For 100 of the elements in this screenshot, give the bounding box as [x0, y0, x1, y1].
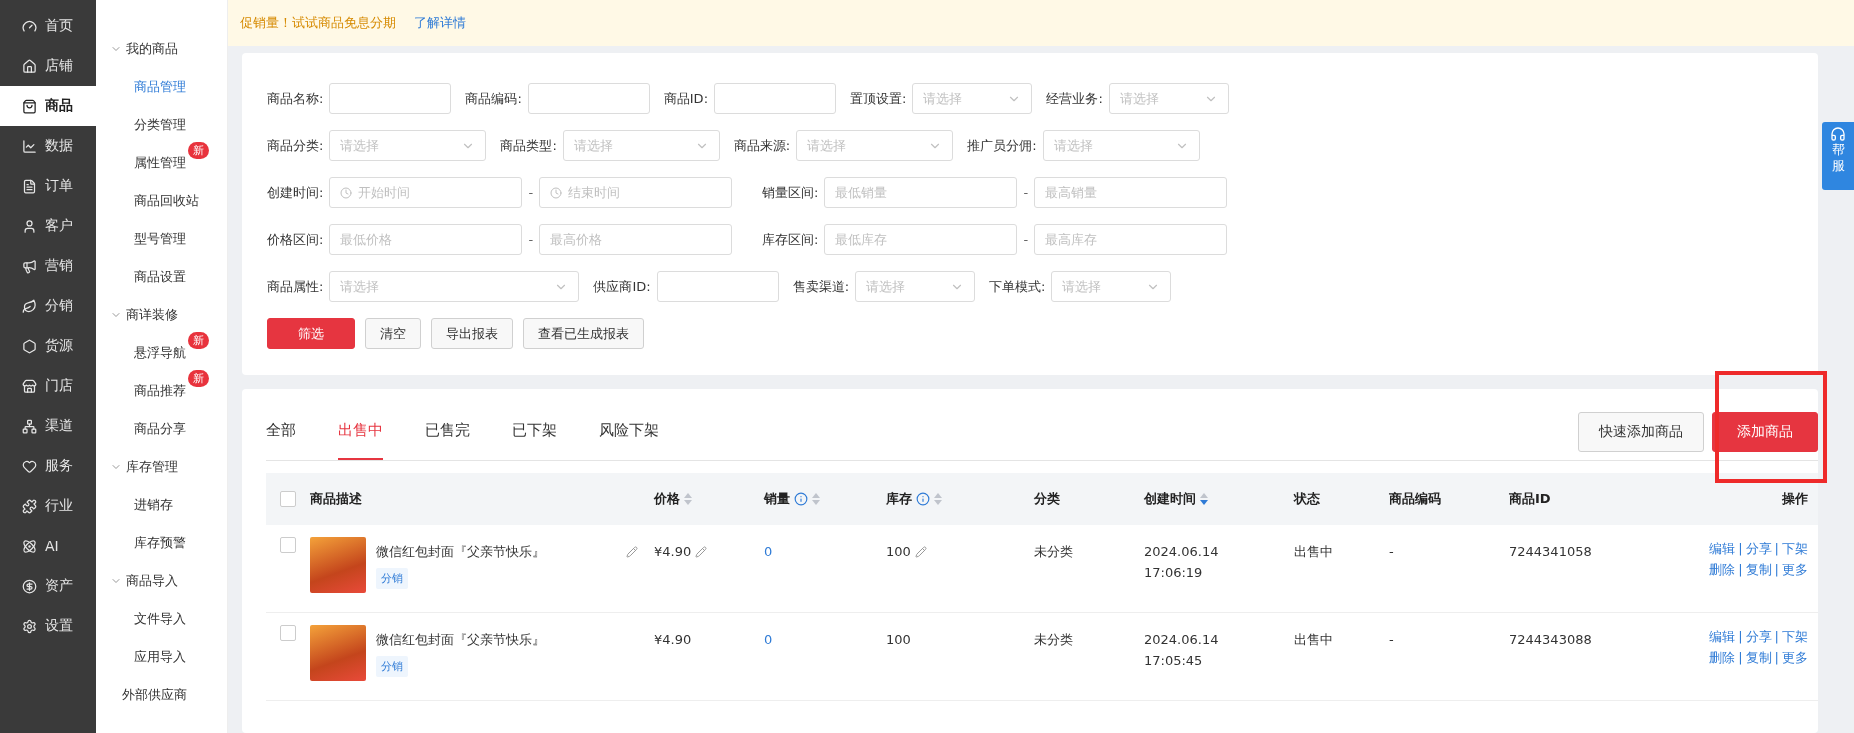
action-link[interactable]: 分享: [1745, 627, 1772, 646]
action-link[interactable]: 编辑: [1709, 627, 1736, 646]
separator: |: [1738, 628, 1743, 646]
status-tab[interactable]: 已下架: [512, 421, 557, 460]
column-header: 状态: [1294, 490, 1320, 508]
submenu-item[interactable]: 文件导入: [96, 600, 227, 638]
menu-group-title[interactable]: 商品导入: [126, 572, 178, 590]
sort-icon[interactable]: [1200, 493, 1208, 505]
checkbox[interactable]: [280, 625, 296, 641]
nav-item[interactable]: 设置: [0, 606, 96, 646]
input-field[interactable]: [527, 83, 650, 114]
submenu-item[interactable]: 商品管理: [96, 68, 227, 106]
hexagon-icon: [22, 338, 37, 354]
submenu-item[interactable]: 进销存: [96, 486, 227, 524]
input-field[interactable]: [656, 271, 779, 302]
submenu-item[interactable]: 商品设置: [96, 258, 227, 296]
sort-icon[interactable]: [812, 493, 820, 505]
column-header: 商品ID: [1509, 490, 1551, 508]
filter-button[interactable]: 筛选: [267, 318, 355, 349]
sort-icon[interactable]: [934, 493, 942, 505]
action-link[interactable]: 下架: [1782, 539, 1808, 558]
nav-item[interactable]: 资产: [0, 566, 96, 606]
nav-item[interactable]: 客户: [0, 206, 96, 246]
table-cell-text: 2024.06.14: [1144, 631, 1219, 649]
nav-item[interactable]: AI: [0, 526, 96, 566]
status-tab[interactable]: 风险下架: [599, 421, 659, 460]
nav-item[interactable]: 门店: [0, 366, 96, 406]
pencil-icon[interactable]: [626, 545, 638, 558]
table-cell[interactable]: 0: [764, 625, 886, 650]
nav-item[interactable]: 店铺: [0, 46, 96, 86]
action-link[interactable]: 复制: [1745, 560, 1772, 579]
status-tab[interactable]: 已售完: [425, 421, 470, 460]
submenu-item[interactable]: 属性管理 新: [96, 144, 227, 182]
field-label: 供应商ID:: [593, 277, 651, 296]
table-cell-text: 17:06:19: [1144, 564, 1203, 582]
filter-button[interactable]: 查看已生成报表: [523, 318, 644, 349]
field-label: 经营业务:: [1046, 89, 1103, 108]
status-tab[interactable]: 出售中: [338, 421, 383, 460]
menu-group-title[interactable]: 库存管理: [126, 458, 178, 476]
column-header: 销量: [764, 490, 820, 508]
submenu-item[interactable]: 悬浮导航 新: [96, 334, 227, 372]
action-link[interactable]: 复制: [1745, 648, 1772, 667]
details-link[interactable]: 了解详情: [414, 14, 466, 32]
submenu-item[interactable]: 应用导入: [96, 638, 227, 676]
help-label: 服: [1831, 158, 1845, 174]
separator: |: [1738, 540, 1743, 558]
action-link[interactable]: 更多: [1782, 560, 1808, 579]
filter-button[interactable]: 清空: [365, 318, 421, 349]
input-field[interactable]: [329, 83, 452, 114]
nav-item[interactable]: 渠道: [0, 406, 96, 446]
submenu-item[interactable]: 型号管理: [96, 220, 227, 258]
menu-group-title[interactable]: 外部供应商: [110, 686, 187, 704]
nav-item[interactable]: 货源: [0, 326, 96, 366]
new-badge: 新: [188, 142, 209, 159]
checkbox[interactable]: [280, 491, 296, 507]
gauge-icon: [22, 18, 37, 34]
field-label: 下单模式:: [989, 277, 1046, 296]
add-product-button[interactable]: 添加商品: [1712, 412, 1818, 452]
submenu-item[interactable]: 商品分享: [96, 410, 227, 448]
tag: 分销: [376, 568, 408, 589]
pencil-icon[interactable]: [695, 545, 708, 558]
pencil-icon[interactable]: [914, 545, 927, 558]
field-label: 库存区间:: [762, 230, 819, 249]
filter-button[interactable]: 导出报表: [431, 318, 513, 349]
notice-text: 促销量！试试商品免息分期: [240, 14, 396, 32]
column-header: 商品描述: [310, 490, 362, 508]
menu-group-title[interactable]: 商详装修: [126, 306, 178, 324]
action-link[interactable]: 下架: [1782, 627, 1808, 646]
action-link[interactable]: 更多: [1782, 648, 1808, 667]
nav-item[interactable]: 分销: [0, 286, 96, 326]
column-header: 价格: [654, 490, 692, 508]
checkbox[interactable]: [280, 537, 296, 553]
nav-item[interactable]: 营销: [0, 246, 96, 286]
add-product-button[interactable]: 快速添加商品: [1578, 412, 1704, 452]
status-tab[interactable]: 全部: [266, 421, 296, 460]
action-link[interactable]: 删除: [1709, 560, 1736, 579]
table-cell-text: 2024.06.14: [1144, 543, 1219, 561]
nav-item[interactable]: 服务: [0, 446, 96, 486]
submenu-item[interactable]: 分类管理: [96, 106, 227, 144]
help-tab[interactable]: 帮 服: [1822, 122, 1854, 190]
nav-item[interactable]: 商品: [0, 86, 96, 126]
nav-item[interactable]: 行业: [0, 486, 96, 526]
separator: |: [1774, 540, 1779, 558]
submenu-item[interactable]: 商品回收站: [96, 182, 227, 220]
action-link[interactable]: 编辑: [1709, 539, 1736, 558]
field-label: 商品分类:: [267, 136, 324, 155]
submenu-item[interactable]: 库存预警: [96, 524, 227, 562]
sort-icon[interactable]: [684, 493, 692, 505]
separator: |: [1738, 649, 1743, 667]
action-link[interactable]: 删除: [1709, 648, 1736, 667]
tag: 分销: [376, 656, 408, 677]
bag-icon: [22, 98, 37, 114]
table-cell[interactable]: 0: [764, 537, 886, 562]
nav-item[interactable]: 订单: [0, 166, 96, 206]
nav-item[interactable]: 首页: [0, 6, 96, 46]
action-link[interactable]: 分享: [1745, 539, 1772, 558]
nav-item[interactable]: 数据: [0, 126, 96, 166]
menu-group-title[interactable]: 我的商品: [126, 40, 178, 58]
input-field[interactable]: [714, 83, 836, 114]
submenu-item[interactable]: 商品推荐 新: [96, 372, 227, 410]
